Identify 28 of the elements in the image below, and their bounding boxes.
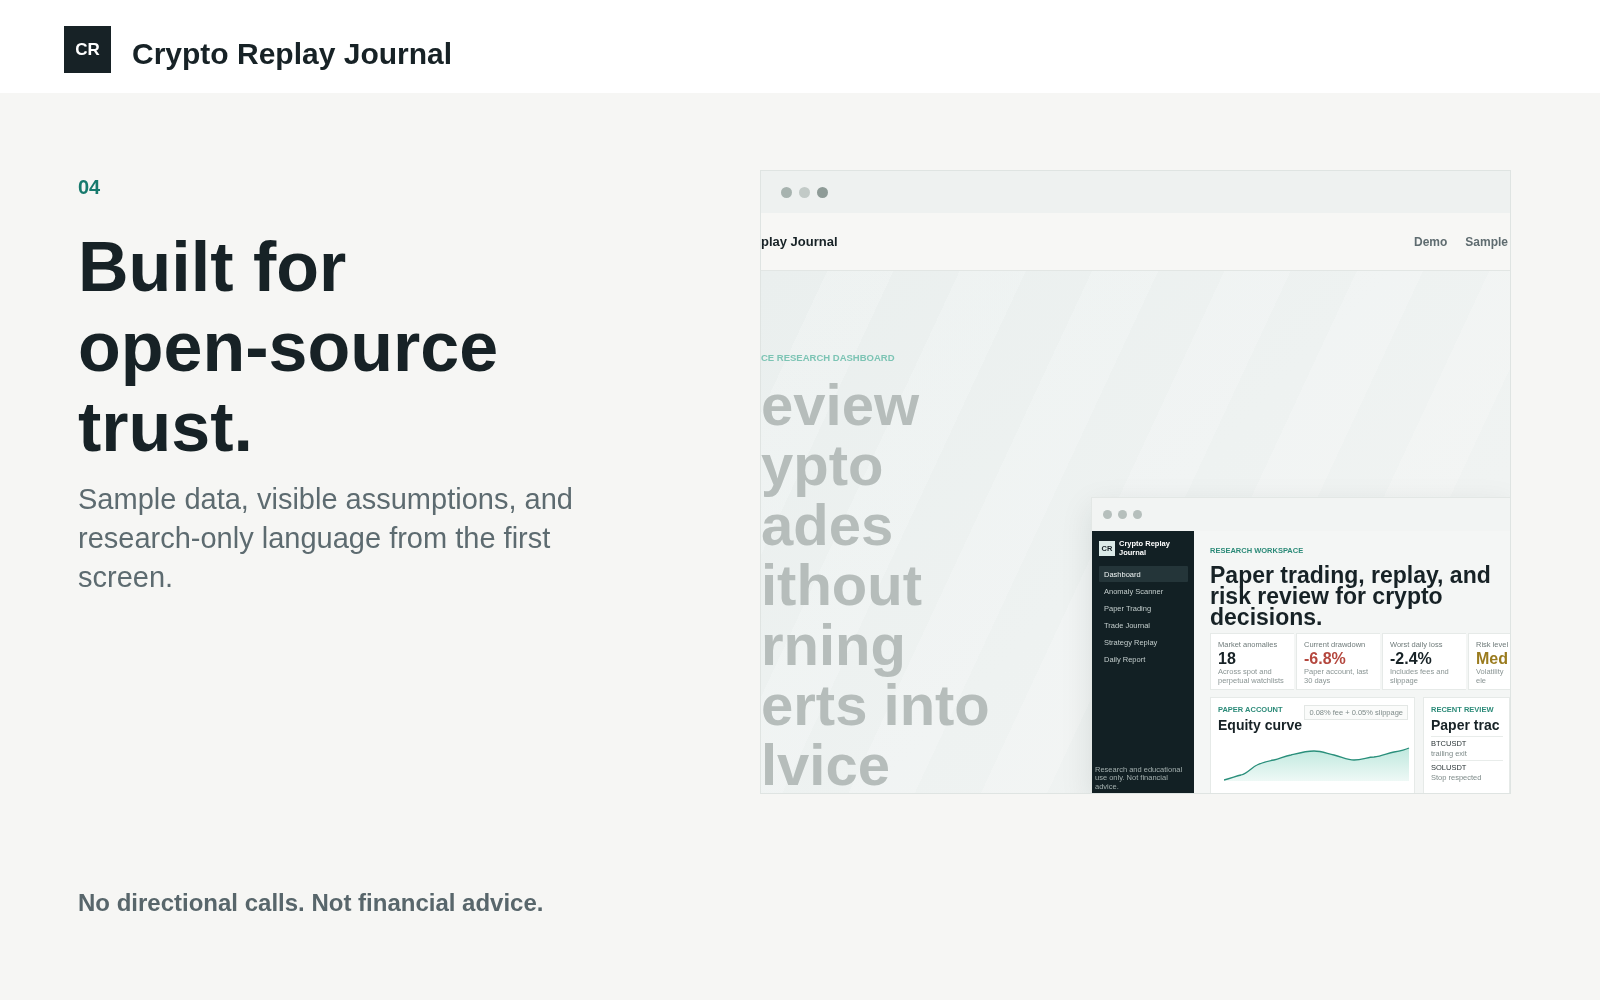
hero-heading-line: lvice [761,735,890,793]
section-description: Sample data, visible assumptions, and research-only language from the first screen. [78,482,574,595]
hero-heading-line: rning [761,615,906,675]
window-dot-icon [799,186,810,198]
hero-heading-line: ithout [761,555,923,615]
disclaimer-text: No directional calls. Not financial advice. [78,889,544,917]
card-title: Equity curve [1218,717,1303,733]
stat-value: -6.8% [1304,650,1347,667]
logo: CR [64,26,111,73]
hero-eyebrow: CE RESEARCH DASHBOARD [761,352,896,364]
stat-value: Med [1476,650,1507,667]
nav-link[interactable]: Demo [1413,234,1448,249]
window-dot-icon [781,186,792,198]
hero-heading-line: eview [761,375,919,435]
nav-link[interactable]: Sample [1465,234,1508,249]
brand-name: play Journal [761,234,838,249]
dashboard-heading: Paper trading, replay, and risk review for crypto decisions. [1210,565,1492,628]
stat-value: -2.4% [1390,650,1433,667]
window-dot-icon [817,186,828,198]
window-dot-icon [1133,510,1142,519]
window-dot-icon [1118,510,1127,519]
site-title: Crypto Replay Journal [132,37,453,72]
section-number: 04 [78,175,101,199]
window-dot-icon [1103,510,1112,519]
section-heading: Built for open-source trust. [78,227,500,467]
hero-heading-line: ypto [761,435,884,495]
card-title: Paper trac [1431,717,1501,733]
stat-value: 18 [1218,650,1237,667]
